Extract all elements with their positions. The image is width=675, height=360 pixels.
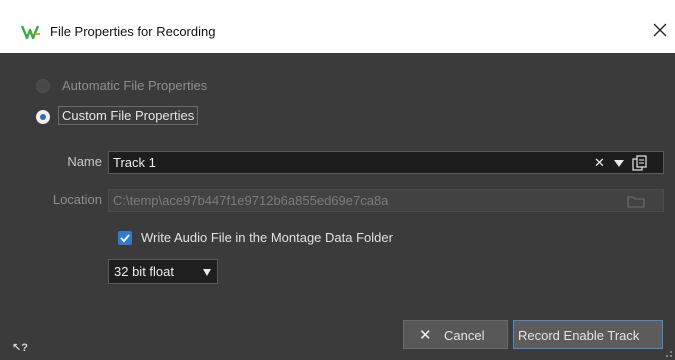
custom-properties-label[interactable]: Custom File Properties (58, 106, 199, 125)
check-icon (120, 234, 130, 243)
folder-icon (627, 196, 645, 208)
record-enable-track-label: Record Enable Track (518, 328, 640, 343)
location-field: C:\temp\ace97b447f1e9712b6a855ed69e7ca8a (108, 189, 664, 212)
name-value[interactable]: Track 1 (113, 155, 156, 170)
automatic-properties-label[interactable]: Automatic File Properties (62, 78, 207, 93)
location-label: Location (52, 192, 102, 207)
write-audio-label[interactable]: Write Audio File in the Montage Data Fol… (141, 230, 393, 245)
chevron-down-icon[interactable] (203, 269, 211, 276)
title-bar: File Properties for Recording (0, 0, 675, 53)
window-title: File Properties for Recording (50, 24, 216, 39)
cancel-label: Cancel (444, 328, 485, 343)
resize-grip-icon[interactable] (664, 349, 673, 358)
copy-icon[interactable] (631, 154, 649, 172)
record-enable-track-button[interactable]: Record Enable Track (513, 320, 663, 349)
dialog-body: Automatic File Properties Custom File Pr… (0, 53, 675, 360)
custom-properties-radio[interactable] (36, 110, 50, 124)
cancel-button[interactable]: ✕ Cancel (403, 320, 508, 349)
help-cursor-icon[interactable]: ↖? (12, 341, 28, 354)
wavelab-logo-icon (21, 25, 40, 40)
name-label: Name (67, 154, 102, 169)
close-icon: ✕ (419, 327, 432, 344)
close-icon[interactable] (649, 19, 671, 41)
automatic-properties-radio[interactable] (36, 79, 50, 93)
bit-depth-select[interactable]: 32 bit float (108, 259, 218, 284)
location-value: C:\temp\ace97b447f1e9712b6a855ed69e7ca8a (113, 193, 389, 208)
bit-depth-value[interactable]: 32 bit float (114, 264, 174, 279)
clear-x-icon[interactable]: ✕ (594, 155, 605, 171)
dropdown-arrow-icon[interactable] (614, 160, 624, 167)
name-field[interactable]: Track 1 ✕ (108, 151, 664, 174)
write-audio-checkbox[interactable] (118, 231, 132, 245)
